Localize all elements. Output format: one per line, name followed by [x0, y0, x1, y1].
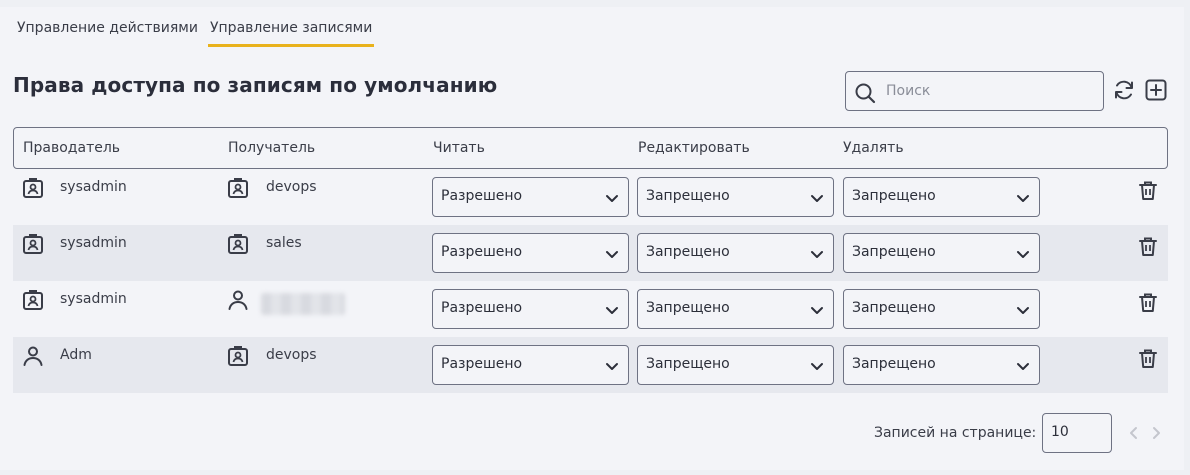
chevron-down-icon: [1015, 358, 1031, 374]
select-value: Запрещено: [852, 188, 936, 204]
add-square-icon: [1145, 79, 1167, 101]
search-input[interactable]: [886, 80, 1096, 102]
group-badge-icon: [227, 345, 249, 367]
user-icon: [22, 345, 44, 367]
search-icon: [854, 82, 876, 104]
chevron-down-icon: [1015, 190, 1031, 206]
grantor-name: sysadmin: [60, 179, 127, 195]
header-read[interactable]: Читать: [433, 140, 485, 156]
read-permission-select[interactable]: Разрешено: [432, 289, 629, 329]
tab-records-management[interactable]: Управление записями: [208, 18, 375, 54]
group-badge-icon: [227, 177, 249, 199]
select-value: Запрещено: [646, 244, 730, 260]
select-value: Запрещено: [646, 300, 730, 316]
edit-permission-select[interactable]: Запрещено: [637, 345, 834, 385]
group-badge-icon: [22, 177, 44, 199]
select-value: Разрешено: [441, 300, 523, 316]
recipient-name: devops: [266, 179, 317, 195]
read-permission-select[interactable]: Разрешено: [432, 177, 629, 217]
search-box[interactable]: [845, 71, 1104, 111]
table-row: sysadmin sales Разрешено Запрещено Запре…: [13, 225, 1168, 281]
group-badge-icon: [227, 233, 249, 255]
chevron-down-icon: [604, 358, 620, 374]
chevron-down-icon: [604, 190, 620, 206]
tab-actions-management[interactable]: Управление действиями: [17, 18, 198, 54]
select-value: Запрещено: [646, 356, 730, 372]
trash-icon[interactable]: [1137, 292, 1159, 314]
read-permission-select[interactable]: Разрешено: [432, 345, 629, 385]
chevron-down-icon: [1015, 302, 1031, 318]
chevron-down-icon: [604, 246, 620, 262]
trash-icon[interactable]: [1137, 348, 1159, 370]
page-size-input[interactable]: 10: [1042, 413, 1112, 453]
user-icon: [227, 289, 249, 311]
edit-permission-select[interactable]: Запрещено: [637, 177, 834, 217]
group-badge-icon: [22, 289, 44, 311]
edit-permission-select[interactable]: Запрещено: [637, 289, 834, 329]
table-row: sysadmin Разрешено Запрещено Запрещено: [13, 281, 1168, 337]
delete-permission-select[interactable]: Запрещено: [843, 233, 1040, 273]
chevron-down-icon: [809, 358, 825, 374]
header-edit[interactable]: Редактировать: [638, 140, 750, 156]
refresh-button[interactable]: [1113, 79, 1135, 101]
select-value: Запрещено: [646, 188, 730, 204]
delete-permission-select[interactable]: Запрещено: [843, 289, 1040, 329]
delete-permission-select[interactable]: Запрещено: [843, 345, 1040, 385]
trash-icon[interactable]: [1137, 180, 1159, 202]
page-title: Права доступа по записям по умолчанию: [13, 73, 498, 97]
header-recipient[interactable]: Получатель: [228, 140, 315, 156]
recipient-name: sales: [266, 235, 302, 251]
select-value: Разрешено: [441, 356, 523, 372]
header-grantor[interactable]: Праводатель: [23, 140, 120, 156]
header-delete[interactable]: Удалять: [843, 140, 904, 156]
page-size-value: 10: [1051, 424, 1069, 440]
refresh-icon: [1113, 79, 1135, 101]
trash-icon[interactable]: [1137, 236, 1159, 258]
table-header: Праводатель Получатель Читать Редактиров…: [13, 127, 1168, 169]
redacted-recipient-name: [261, 293, 345, 315]
table-row: sysadmin devops Разрешено Запрещено Запр…: [13, 169, 1168, 225]
read-permission-select[interactable]: Разрешено: [432, 233, 629, 273]
chevron-right-icon[interactable]: [1148, 424, 1164, 442]
select-value: Разрешено: [441, 188, 523, 204]
chevron-down-icon: [604, 302, 620, 318]
chevron-down-icon: [809, 190, 825, 206]
select-value: Запрещено: [852, 356, 936, 372]
chevron-down-icon: [809, 246, 825, 262]
chevron-down-icon: [1015, 246, 1031, 262]
grantor-name: sysadmin: [60, 235, 127, 251]
recipient-name: devops: [266, 347, 317, 363]
grantor-name: sysadmin: [60, 291, 127, 307]
delete-permission-select[interactable]: Запрещено: [843, 177, 1040, 217]
group-badge-icon: [22, 233, 44, 255]
table-row: Adm devops Разрешено Запрещено Запрещено: [13, 337, 1168, 393]
grantor-name: Adm: [60, 347, 92, 363]
select-value: Разрешено: [441, 244, 523, 260]
select-value: Запрещено: [852, 300, 936, 316]
edit-permission-select[interactable]: Запрещено: [637, 233, 834, 273]
page-size-label: Записей на странице:: [874, 425, 1037, 441]
chevron-left-icon[interactable]: [1126, 424, 1142, 442]
select-value: Запрещено: [852, 244, 936, 260]
add-button[interactable]: [1145, 79, 1167, 101]
chevron-down-icon: [809, 302, 825, 318]
